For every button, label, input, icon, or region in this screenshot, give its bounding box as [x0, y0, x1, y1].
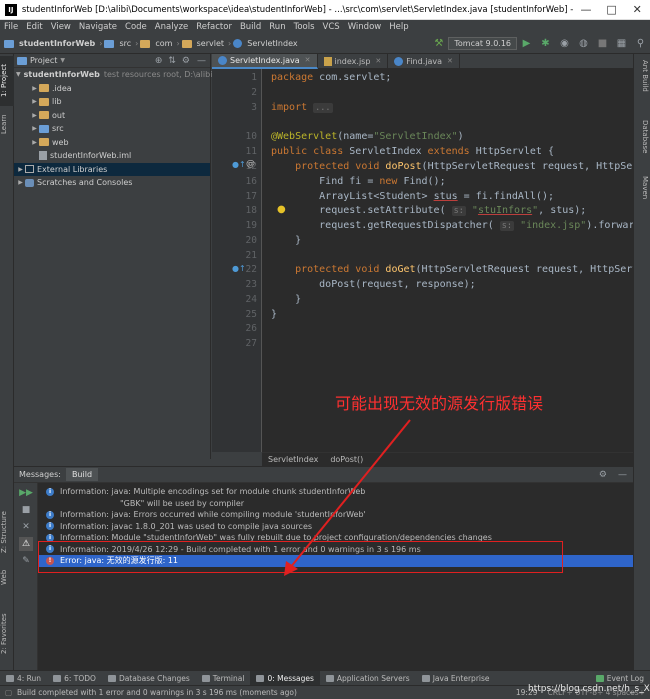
event-log-icon [595, 674, 604, 682]
tab-terminal[interactable]: Terminal [196, 671, 251, 686]
server-icon [325, 674, 334, 682]
tab-messages[interactable]: 0: Messages [250, 670, 320, 686]
tab-run[interactable]: 4: Run [0, 671, 47, 686]
tab-todo[interactable]: 6: TODO [47, 671, 102, 686]
database-icon [107, 674, 116, 682]
bottom-tool-bar: 4: Run 6: TODO Database Changes Terminal… [0, 670, 650, 686]
terminal-icon [201, 674, 210, 682]
tab-java-enterprise[interactable]: Java Enterprise [416, 671, 496, 686]
todo-icon [53, 674, 62, 682]
java-enterprise-icon [421, 674, 430, 682]
status-message: Build completed with 1 error and 0 warni… [17, 688, 297, 697]
run-icon [6, 674, 14, 682]
watermark: https://blog.csdn.net/h_s_X14 [528, 684, 650, 694]
annotation-text: 可能出现无效的源发行版错误 [335, 394, 544, 413]
annotation-arrow [284, 419, 411, 576]
tab-application-servers[interactable]: Application Servers [320, 671, 416, 686]
status-toggle-icon[interactable]: ▢ [0, 688, 12, 697]
messages-icon [256, 674, 265, 682]
tab-database-changes[interactable]: Database Changes [102, 671, 196, 686]
